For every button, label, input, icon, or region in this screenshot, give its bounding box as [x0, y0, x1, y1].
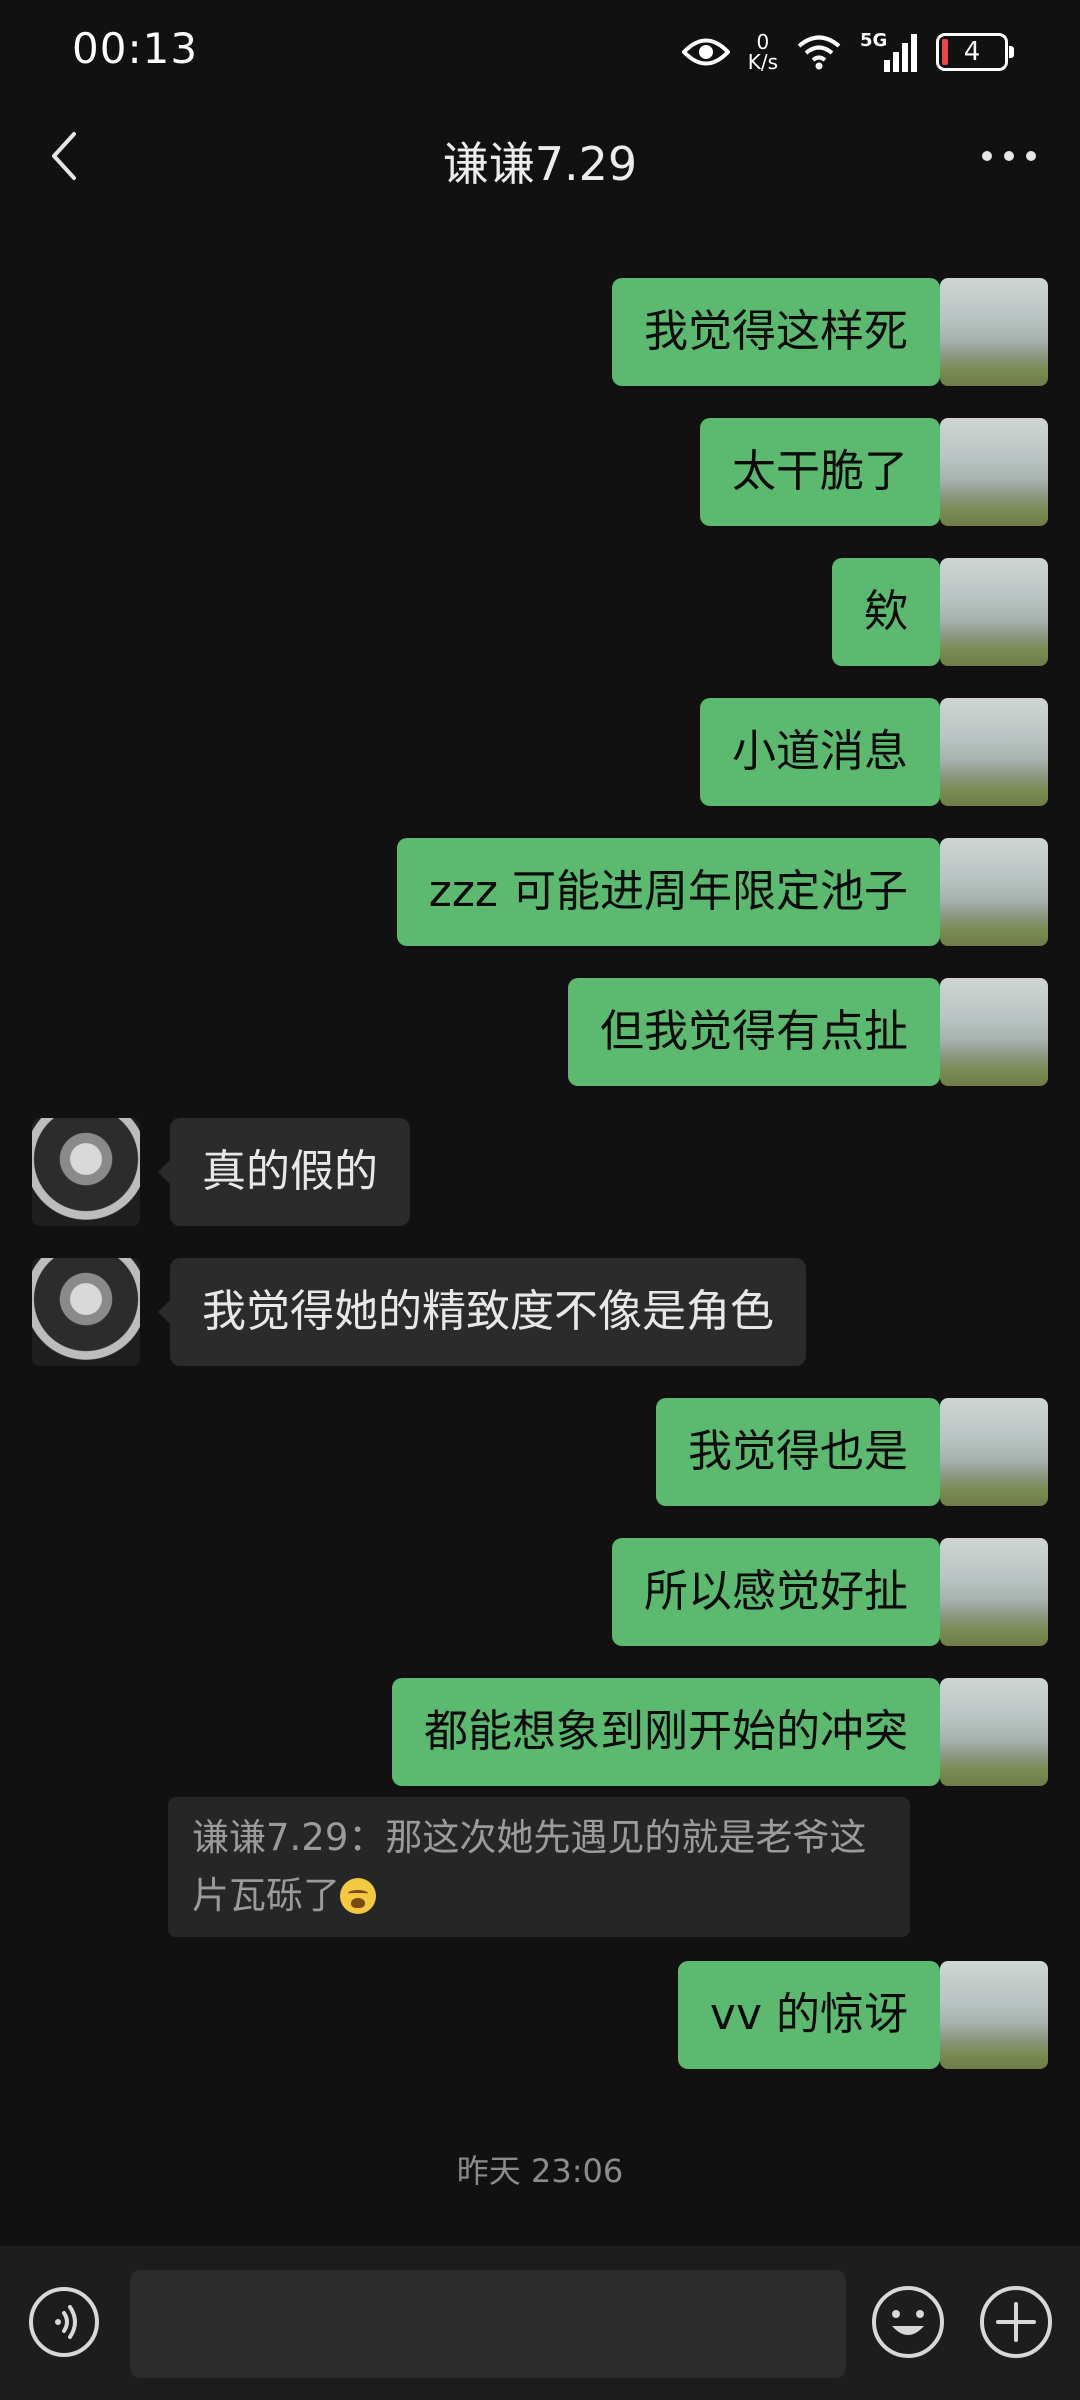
emoji-icon[interactable]	[870, 2284, 946, 2360]
avatar-contact[interactable]	[32, 1258, 140, 1366]
avatar-self[interactable]	[940, 1398, 1048, 1506]
net-speed: 0 K/s	[748, 32, 778, 72]
message-row-outgoing: vv 的惊讶	[0, 1961, 1080, 2069]
avatar-self[interactable]	[940, 278, 1048, 386]
status-time: 00:13	[72, 24, 199, 73]
timestamp: 昨天 23:06	[456, 2152, 624, 2190]
outgoing-bubble[interactable]: 我觉得也是	[656, 1398, 952, 1506]
outgoing-bubble[interactable]: 但我觉得有点扯	[568, 978, 952, 1086]
message-row-incoming: 真的假的	[0, 1118, 1080, 1226]
message-row-outgoing: zzz 可能进周年限定池子	[0, 838, 1080, 946]
input-bar	[0, 2246, 1080, 2400]
incoming-bubble[interactable]: 我觉得她的精致度不像是角色	[158, 1258, 806, 1366]
wifi-icon	[797, 35, 841, 70]
status-bar: 00:13 0 K/s 5G 4	[0, 0, 1080, 100]
message-row-outgoing: 我觉得也是	[0, 1398, 1080, 1506]
avatar-self[interactable]	[940, 978, 1048, 1086]
crying-face-emoji	[340, 1878, 376, 1914]
outgoing-bubble[interactable]: zzz 可能进周年限定池子	[396, 838, 953, 946]
avatar-self[interactable]	[940, 558, 1048, 666]
chat-header: 谦谦7.29	[0, 100, 1080, 210]
avatar-self[interactable]	[940, 698, 1048, 806]
quoted-message-text: 谦谦7.29：那这次她先遇见的就是老爷这片瓦砾了	[192, 1816, 867, 1917]
message-row-outgoing: 我觉得这样死	[0, 278, 1080, 386]
quoted-message[interactable]: 谦谦7.29：那这次她先遇见的就是老爷这片瓦砾了	[168, 1797, 910, 1937]
outgoing-bubble[interactable]: 欸	[832, 558, 952, 666]
message-row-outgoing: 但我觉得有点扯	[0, 978, 1080, 1086]
battery-level: 4	[963, 37, 981, 67]
message-row-outgoing: 小道消息	[0, 698, 1080, 806]
more-dots-icon[interactable]	[974, 128, 1044, 184]
net-speed-value: 0	[756, 30, 770, 54]
net-speed-unit: K/s	[747, 50, 778, 74]
incoming-bubble[interactable]: 真的假的	[158, 1118, 410, 1226]
eye-icon	[681, 38, 730, 66]
outgoing-bubble[interactable]: 太干脆了	[700, 418, 952, 526]
outgoing-bubble[interactable]: 所以感觉好扯	[612, 1538, 952, 1646]
avatar-self[interactable]	[940, 1678, 1048, 1786]
plus-icon[interactable]	[978, 2284, 1054, 2360]
signal-icon	[884, 34, 917, 72]
message-row-incoming: 我觉得她的精致度不像是角色	[0, 1258, 1080, 1366]
message-row-outgoing: 所以感觉好扯	[0, 1538, 1080, 1646]
outgoing-bubble[interactable]: vv 的惊讶	[677, 1961, 953, 2069]
message-row-outgoing: 欸	[0, 558, 1080, 666]
chat-title: 谦谦7.29	[442, 137, 638, 191]
avatar-self[interactable]	[940, 1961, 1048, 2069]
outgoing-bubble[interactable]: 小道消息	[700, 698, 952, 806]
avatar-self[interactable]	[940, 418, 1048, 526]
outgoing-bubble[interactable]: 我觉得这样死	[612, 278, 952, 386]
outgoing-bubble[interactable]: 都能想象到刚开始的冲突	[392, 1678, 952, 1786]
avatar-self[interactable]	[940, 838, 1048, 946]
voice-icon[interactable]	[28, 2286, 100, 2358]
avatar-contact[interactable]	[32, 1118, 140, 1226]
message-input[interactable]	[130, 2270, 846, 2378]
battery-icon: 4	[936, 33, 1014, 71]
status-icons: 0 K/s 5G 4	[681, 26, 1014, 78]
avatar-self[interactable]	[940, 1538, 1048, 1646]
cellular-signal: 5G	[860, 30, 918, 74]
message-row-outgoing: 太干脆了	[0, 418, 1080, 526]
message-row-outgoing: 都能想象到刚开始的冲突	[0, 1678, 1080, 1786]
